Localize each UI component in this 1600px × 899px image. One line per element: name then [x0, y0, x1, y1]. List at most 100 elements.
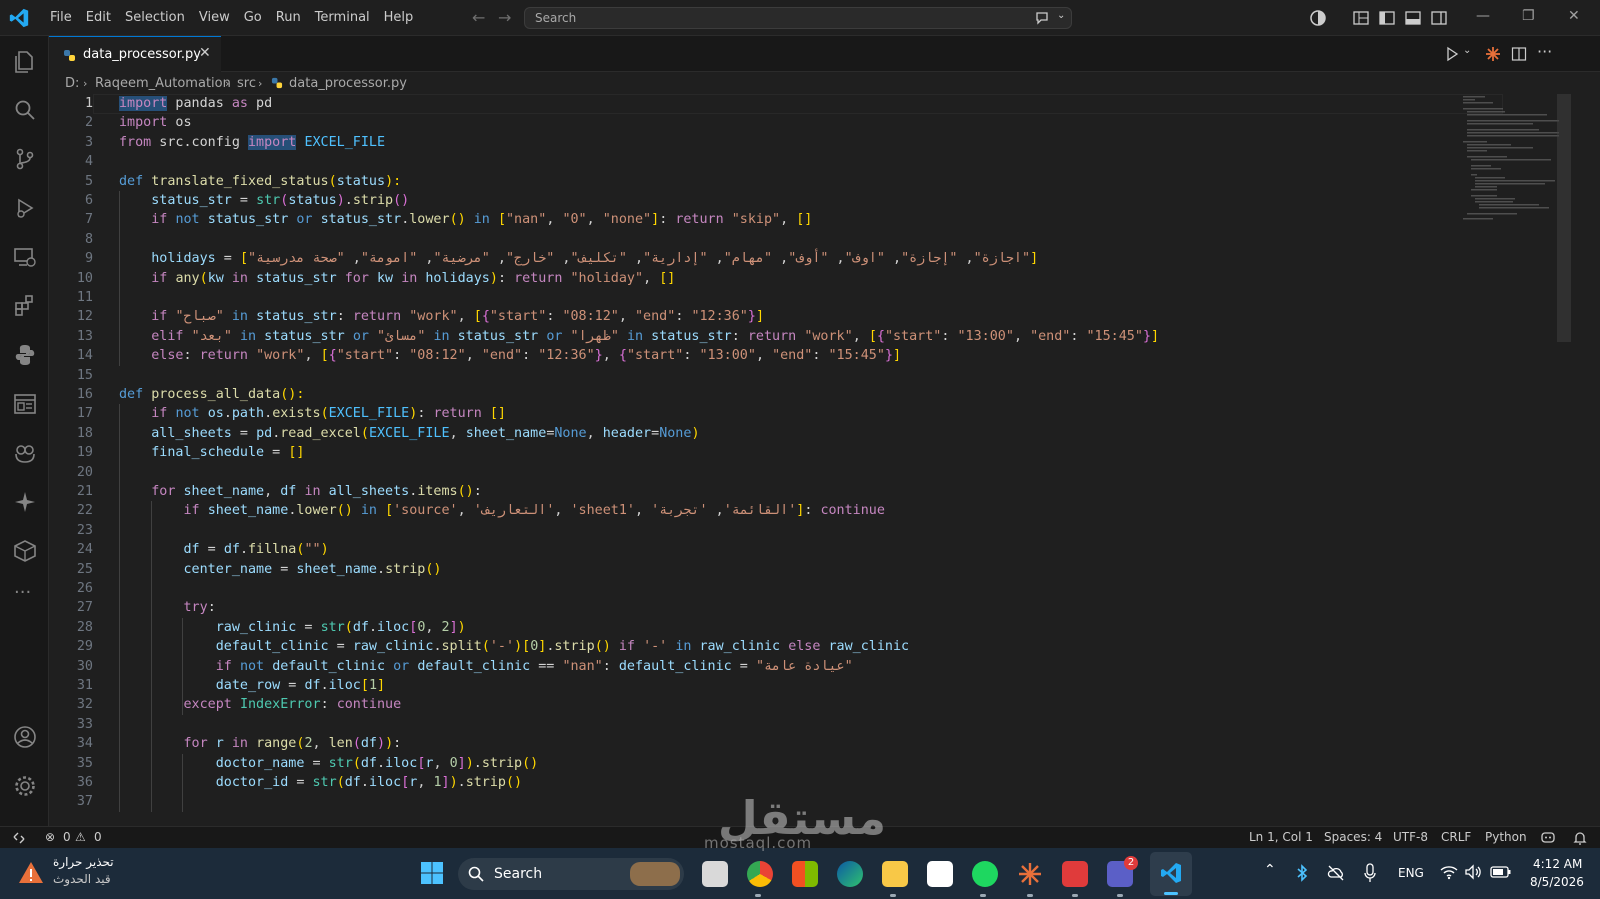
taskbar-search[interactable]: Search: [458, 858, 684, 890]
run-debug-icon[interactable]: [12, 195, 38, 221]
tray-overflow-icon[interactable]: ⌃: [1264, 862, 1276, 878]
code-line[interactable]: 18 all_sheets = pd.read_excel(EXCEL_FILE…: [49, 424, 1549, 444]
run-dropdown-icon[interactable]: ⌄: [1463, 45, 1471, 56]
language-mode[interactable]: Python: [1485, 830, 1527, 844]
code-line[interactable]: 8: [49, 230, 1549, 250]
tab-data-processor[interactable]: data_processor.py ✕: [49, 36, 221, 72]
more-icon[interactable]: ···: [14, 582, 31, 603]
code-editor[interactable]: 1 import pandas as pd 2 import os 3 from src.…: [49, 94, 1600, 826]
remote-indicator-icon[interactable]: [12, 831, 26, 845]
code-line[interactable]: 7 if not status_str or status_str.lower(…: [49, 210, 1549, 230]
back-arrow-icon[interactable]: ←: [472, 8, 485, 27]
minimap[interactable]: [1459, 94, 1559, 224]
code-line[interactable]: 26: [49, 579, 1549, 599]
editor-scrollbar[interactable]: [1557, 94, 1571, 342]
code-line[interactable]: 10 if any(kw in status_str for kw in hol…: [49, 269, 1549, 289]
warnings-icon[interactable]: ⚠: [75, 830, 86, 844]
code-line[interactable]: 13 elif "بعد" in status_str or "مسائ" in…: [49, 327, 1549, 347]
breadcrumb-file[interactable]: data_processor.py: [289, 76, 407, 91]
code-line[interactable]: 23: [49, 521, 1549, 541]
copilot-icon[interactable]: [1309, 9, 1327, 27]
more-actions-icon[interactable]: ···: [1537, 42, 1552, 61]
code-line[interactable]: 3 from src.config import EXCEL_FILE: [49, 133, 1549, 153]
code-line[interactable]: 14 else: return "work", [{"start": "08:1…: [49, 346, 1549, 366]
microphone-icon[interactable]: [1364, 863, 1376, 883]
source-control-icon[interactable]: [12, 146, 38, 172]
code-line[interactable]: 31 date_row = df.iloc[1]: [49, 676, 1549, 696]
edge-icon[interactable]: [837, 861, 863, 887]
windows-start-icon[interactable]: [420, 861, 444, 885]
menu-run[interactable]: Run: [269, 0, 308, 36]
app-a-icon[interactable]: [927, 861, 953, 887]
task-view-icon[interactable]: [702, 861, 728, 887]
toggle-secondary-sidebar-icon[interactable]: [1430, 9, 1448, 27]
weather-title[interactable]: تحذير حرارة: [53, 855, 114, 869]
code-line[interactable]: 30 if not default_clinic or default_clin…: [49, 657, 1549, 677]
menu-go[interactable]: Go: [237, 0, 269, 36]
bluetooth-icon[interactable]: [1296, 864, 1308, 882]
chat-icon[interactable]: [1035, 11, 1051, 25]
code-line[interactable]: 6 status_str = str(status).strip(): [49, 191, 1549, 211]
errors-icon[interactable]: ⊗: [45, 830, 55, 844]
battery-icon[interactable]: [1490, 865, 1512, 879]
tab-close-icon[interactable]: ✕: [199, 45, 211, 61]
panel-view-icon[interactable]: [12, 391, 38, 417]
code-line[interactable]: 22 if sheet_name.lower() in ['source', '…: [49, 501, 1549, 521]
chevron-down-icon[interactable]: ⌄: [1057, 10, 1065, 21]
close-window-icon[interactable]: ✕: [1568, 8, 1580, 24]
code-line[interactable]: 28 raw_clinic = str(df.iloc[0, 2]): [49, 618, 1549, 638]
code-line[interactable]: 15: [49, 366, 1549, 386]
indentation[interactable]: Spaces: 4: [1324, 830, 1382, 844]
run-file-icon[interactable]: [1444, 46, 1460, 62]
code-line[interactable]: 20: [49, 463, 1549, 483]
command-center-search[interactable]: Search ⌄: [524, 7, 1072, 29]
code-line[interactable]: 35 doctor_name = str(df.iloc[r, 0]).stri…: [49, 754, 1549, 774]
menu-edit[interactable]: Edit: [79, 0, 118, 36]
code-line[interactable]: 2 import os: [49, 113, 1549, 133]
weather-subtitle[interactable]: قيد الحدوث: [53, 872, 111, 886]
search-icon[interactable]: [12, 97, 38, 123]
code-line[interactable]: 12 if "صباح" in status_str: return "work…: [49, 307, 1549, 327]
remote-explorer-icon[interactable]: [12, 244, 38, 270]
code-line[interactable]: 34 for r in range(2, len(df)):: [49, 734, 1549, 754]
breadcrumb-drive[interactable]: D:: [65, 76, 79, 91]
code-line[interactable]: 27 try:: [49, 598, 1549, 618]
claude-icon[interactable]: [1485, 46, 1501, 62]
microsoft-store-icon[interactable]: [792, 861, 818, 887]
file-explorer-icon[interactable]: [882, 861, 908, 887]
input-language[interactable]: ENG: [1398, 866, 1424, 880]
clock-time[interactable]: 4:12 AM: [1533, 857, 1582, 871]
customize-layout-icon[interactable]: [1352, 9, 1370, 27]
vscode-taskbar-active[interactable]: [1150, 852, 1192, 896]
split-editor-icon[interactable]: [1511, 46, 1527, 62]
menu-file[interactable]: File: [43, 0, 79, 36]
menu-terminal[interactable]: Terminal: [308, 0, 377, 36]
extensions-icon[interactable]: [12, 293, 38, 319]
clock-date[interactable]: 8/5/2026: [1530, 875, 1584, 889]
copilot-status-icon[interactable]: [1540, 830, 1556, 845]
toggle-panel-icon[interactable]: [1404, 9, 1422, 27]
end-of-line[interactable]: CRLF: [1441, 830, 1471, 844]
toggle-primary-sidebar-icon[interactable]: [1378, 9, 1396, 27]
code-line[interactable]: 33: [49, 715, 1549, 735]
containers-icon[interactable]: [12, 538, 38, 564]
code-line[interactable]: 9 holidays = ["اجازة", "إجازة", "اوف", "…: [49, 249, 1549, 269]
forward-arrow-icon[interactable]: →: [498, 8, 511, 27]
code-line[interactable]: 1 import pandas as pd: [49, 94, 1549, 114]
copilot-chat-icon[interactable]: [12, 440, 38, 466]
claude-app-icon[interactable]: [1017, 861, 1043, 887]
code-line[interactable]: 21 for sheet_name, df in all_sheets.item…: [49, 482, 1549, 502]
menu-selection[interactable]: Selection: [118, 0, 192, 36]
wifi-icon[interactable]: [1440, 864, 1458, 880]
notifications-bell-icon[interactable]: [1573, 830, 1587, 845]
code-line[interactable]: 17 if not os.path.exists(EXCEL_FILE): re…: [49, 404, 1549, 424]
volume-icon[interactable]: [1464, 864, 1482, 880]
breadcrumb-folder-src[interactable]: src: [237, 76, 256, 91]
code-line[interactable]: 11: [49, 288, 1549, 308]
code-line[interactable]: 16 def process_all_data():: [49, 385, 1549, 405]
code-line[interactable]: 32 except IndexError: continue: [49, 695, 1549, 715]
spotify-icon[interactable]: [972, 861, 998, 887]
encoding[interactable]: UTF-8: [1393, 830, 1428, 844]
accounts-icon[interactable]: [12, 724, 38, 750]
code-line[interactable]: 25 center_name = sheet_name.strip(): [49, 560, 1549, 580]
